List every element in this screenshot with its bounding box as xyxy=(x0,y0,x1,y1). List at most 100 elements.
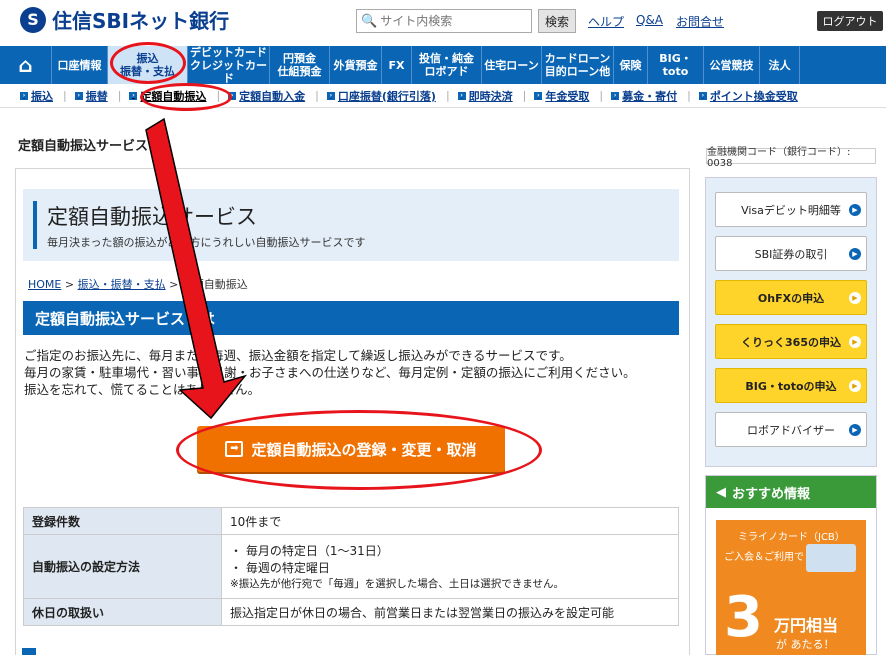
hero-accent-bar xyxy=(33,201,37,249)
bullet-icon: › xyxy=(698,91,707,100)
subnav-label: 口座振替(銀行引落) xyxy=(337,89,436,103)
quick-link-label: くりっく365の申込 xyxy=(741,335,841,349)
nav-item[interactable]: 住宅ローン xyxy=(482,46,542,84)
quick-link-button[interactable]: OhFXの申込 ▶ xyxy=(715,280,867,315)
subnav-label: 振込 xyxy=(31,89,53,103)
credit-card-image xyxy=(806,544,856,572)
site-header: S 住信SBIネット銀行 🔍 検索 ヘルプ Q&A お問合せ ログアウト xyxy=(0,0,886,46)
card-name: ミライノカード（JCB） xyxy=(738,532,845,543)
page-root: S 住信SBIネット銀行 🔍 検索 ヘルプ Q&A お問合せ ログアウト ⌂口座… xyxy=(0,0,886,655)
nav-item[interactable]: 外貨預金 xyxy=(330,46,382,84)
home-icon[interactable]: ⌂ xyxy=(0,46,52,84)
table-row: 休日の取扱い 振込指定日が休日の場合、前営業日または翌営業日の振込みを設定可能 xyxy=(23,598,679,626)
bullet-icon: › xyxy=(611,91,620,100)
annotation-ring-cta xyxy=(176,410,542,490)
separator: | xyxy=(315,89,319,102)
logo-mark-icon: S xyxy=(20,6,46,33)
annotation-ring-subnav xyxy=(140,83,232,111)
subnav-item[interactable]: › 振替 xyxy=(74,88,108,104)
chevron-right-icon: ▶ xyxy=(849,204,861,216)
hero-banner: 定額自動振込サービス 毎月決まった額の振込がある方にうれしい自動振込サービスです xyxy=(23,189,679,261)
table-cell: 10件まで xyxy=(221,507,679,535)
subnav-label: 年金受取 xyxy=(545,89,590,103)
quick-link-label: OhFXの申込 xyxy=(757,291,825,305)
quick-link-label: ロボアドバイザー xyxy=(747,423,835,437)
separator: | xyxy=(445,89,450,102)
subnav-item[interactable]: › ポイント換金受取 xyxy=(698,88,798,104)
subnav-label: 振替 xyxy=(85,89,108,103)
description-line: 毎月の家賃・駐車場代・習い事の月謝・お子さまへの仕送りなど、毎月定例・定額の振込… xyxy=(24,365,636,380)
right-quick-links: Visaデビット明細等 ▶ SBI証券の取引 ▶ OhFXの申込 ▶ くりっく365の申込 ▶… xyxy=(705,177,877,467)
separator: | xyxy=(522,89,527,102)
search-input[interactable] xyxy=(380,14,531,28)
subnav-item[interactable]: › 即時決済 xyxy=(457,88,513,104)
quick-link-button[interactable]: くりっく365の申込 ▶ xyxy=(715,324,867,359)
chevron-right-icon: ▶ xyxy=(849,380,861,392)
breadcrumb-parent[interactable]: 振込・振替・支払 xyxy=(78,278,166,291)
nav-item[interactable]: 投信・純金 ロボアド xyxy=(412,46,482,84)
bullet-icon: › xyxy=(74,91,83,100)
description-line: ご指定のお振込先に、毎月または毎週、振込金額を指定して繰返し振込みができるサービ… xyxy=(24,348,572,363)
section-heading: 定額自動振込サービスとは xyxy=(23,301,679,335)
service-description: ご指定のお振込先に、毎月または毎週、振込金額を指定して繰返し振込みができるサービ… xyxy=(24,347,674,398)
banner-tail: が あたる！ xyxy=(776,638,835,651)
chevron-right-icon: ▶ xyxy=(849,336,861,348)
banner-big-number: 3 xyxy=(724,585,763,650)
quick-link-button[interactable]: Visaデビット明細等 ▶ xyxy=(715,192,867,227)
subnav-item[interactable]: › 口座振替(銀行引落) xyxy=(326,88,436,104)
help-link[interactable]: ヘルプ xyxy=(588,13,624,30)
subnav-item[interactable]: › 年金受取 xyxy=(534,88,589,104)
logout-button[interactable]: ログアウト xyxy=(817,11,883,31)
hero-subtitle: 毎月決まった額の振込がある方にうれしい自動振込サービスです xyxy=(47,236,366,249)
nav-item[interactable]: FX xyxy=(382,46,412,84)
nav-item[interactable]: BIG・toto xyxy=(648,46,704,84)
subnav-label: 定額自動入金 xyxy=(239,89,306,103)
breadcrumb: HOME > 振込・振替・支払 > 定額自動振込 xyxy=(28,278,248,291)
nav-item[interactable]: 公営競技 xyxy=(704,46,760,84)
cutoff-link-marker xyxy=(22,648,36,655)
bullet-icon: › xyxy=(534,91,543,100)
recommend-heading-text: おすすめ情報 xyxy=(732,486,811,502)
quick-link-button[interactable]: BIG・totoの申込 ▶ xyxy=(715,368,867,403)
annotation-ring-nav xyxy=(110,42,186,84)
description-line: 振込を忘れて、慌てることはありません。 xyxy=(24,382,261,397)
nav-item[interactable]: デビットカード クレジットカード xyxy=(188,46,270,85)
bank-code-label: 金融機関コード（銀行コード）: 0038 xyxy=(706,147,876,169)
bank-logo[interactable]: S 住信SBIネット銀行 xyxy=(20,5,229,34)
banner-unit: 万円相当 xyxy=(774,616,839,635)
page-title: 定額自動振込サービス xyxy=(18,139,149,154)
quick-link-label: BIG・totoの申込 xyxy=(745,379,837,393)
separator: | xyxy=(63,89,67,102)
table-row: 登録件数 10件まで xyxy=(23,507,679,535)
sub-nav: › 振込 | › 振替 | › 定額自動振込 | › 定額自動入金 | › 口座振替(銀行引落) | › 即時決… xyxy=(0,84,886,108)
quick-link-button[interactable]: SBI証券の取引 ▶ xyxy=(715,236,867,271)
contact-link[interactable]: お問合せ xyxy=(676,13,724,30)
search-button[interactable]: 検索 xyxy=(538,9,576,33)
nav-item[interactable]: カードローン 目的ローン他 xyxy=(542,46,614,84)
table-cell: 振込指定日が休日の場合、前営業日または翌営業日の振込みを設定可能 xyxy=(221,598,679,626)
subnav-item[interactable]: › 定額自動入金 xyxy=(228,88,305,104)
subnav-item[interactable]: › 振込 xyxy=(20,88,53,104)
nav-item[interactable]: 法人 xyxy=(760,46,800,84)
nav-item[interactable]: 口座情報 xyxy=(52,46,108,84)
bullet-icon: › xyxy=(129,91,138,100)
quick-link-label: SBI証券の取引 xyxy=(754,247,828,261)
subnav-item[interactable]: › 募金・寄付 xyxy=(611,88,677,104)
chevron-right-icon: ▶ xyxy=(849,248,861,260)
table-head-cell: 自動振込の設定方法 xyxy=(23,534,222,599)
breadcrumb-home[interactable]: HOME xyxy=(28,278,61,291)
nav-item[interactable]: 保険 xyxy=(614,46,648,84)
bullet-icon: › xyxy=(326,91,335,100)
mirainocard-banner[interactable]: ミライノカード（JCB） ご入会＆ご利用で 3 万円相当 が あたる！ xyxy=(716,520,866,655)
chevron-right-icon: ▶ xyxy=(849,292,861,304)
faq-link[interactable]: Q&A xyxy=(636,13,663,27)
nav-item[interactable]: 円預金 仕組預金 xyxy=(270,46,330,84)
hero-title: 定額自動振込サービス xyxy=(47,205,257,229)
table-cell-note: ※振込先が他行宛で「毎週」を選択した場合、土日は選択できません。 xyxy=(230,578,564,590)
subnav-label: 即時決済 xyxy=(468,89,513,103)
quick-link-button[interactable]: ロボアドバイザー ▶ xyxy=(715,412,867,447)
bullet-icon: › xyxy=(457,91,466,100)
logo-text: 住信SBIネット銀行 xyxy=(52,9,230,33)
table-head-cell: 休日の取扱い xyxy=(23,598,222,626)
banner-line: ご入会＆ご利用で xyxy=(724,552,804,563)
